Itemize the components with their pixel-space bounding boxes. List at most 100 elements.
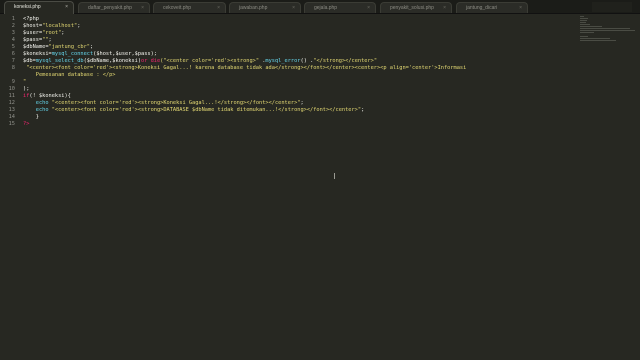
code-token: ($host,$user,$pass); bbox=[93, 51, 157, 57]
code-token: ($dbName,$koneksi) bbox=[83, 58, 142, 64]
code-function: mysql_connect bbox=[51, 51, 94, 57]
line-number: 9 bbox=[11, 79, 15, 85]
code-line-8: "<center><font color='red'><strong>Konek… bbox=[23, 65, 466, 71]
minimap-line bbox=[580, 32, 594, 33]
line-number: 3 bbox=[11, 30, 15, 36]
code-line-4: $pass=""; bbox=[23, 37, 52, 43]
line-number: 10 bbox=[8, 86, 15, 92]
code-token: ; bbox=[77, 23, 81, 29]
code-line-11: if(! $koneksi){ bbox=[23, 93, 71, 99]
tab-label: gejala.php bbox=[314, 5, 338, 11]
code-token: $dbName= bbox=[23, 44, 49, 50]
code-line-10: ); bbox=[23, 86, 29, 92]
close-icon[interactable]: × bbox=[217, 3, 220, 13]
tab-label: jantung_dicari bbox=[466, 5, 498, 11]
code-line-2: $host="localhost"; bbox=[23, 23, 80, 29]
code-line-1: <?php bbox=[23, 16, 39, 22]
tab-label: koneksi.php bbox=[14, 4, 41, 10]
tab-bar: koneksi.php × daftar_penyakit.php × ceko… bbox=[0, 0, 640, 14]
code-string: Pemesanan database : </p> bbox=[23, 72, 116, 78]
tab-label: jawaban.php bbox=[239, 5, 268, 11]
close-icon[interactable]: × bbox=[65, 2, 68, 13]
code-line-8-wrap: Pemesanan database : </p> bbox=[23, 72, 116, 78]
minimap[interactable] bbox=[580, 14, 640, 44]
code-line-7: $db=mysql_select_db($dbName,$koneksi)or … bbox=[23, 58, 377, 64]
code-line-3: $user="root"; bbox=[23, 30, 64, 36]
php-open-tag: <?php bbox=[23, 16, 39, 22]
code-token: ; bbox=[300, 100, 304, 106]
code-string: " bbox=[23, 79, 27, 85]
code-editor[interactable]: <?php $host="localhost"; $user="root"; $… bbox=[23, 14, 623, 360]
code-token: $db= bbox=[23, 58, 36, 64]
line-number: 12 bbox=[8, 100, 15, 106]
minimap-line bbox=[580, 26, 602, 27]
minimap-line bbox=[580, 20, 587, 21]
code-string: "<center><font color='red'><strong>DATAB… bbox=[51, 107, 362, 113]
code-line-9: " bbox=[23, 79, 26, 85]
code-string: "<center><font color='red'><strong>Konek… bbox=[51, 100, 301, 106]
code-line-5: $dbName="jantung_cbr"; bbox=[23, 44, 93, 50]
code-token: $koneksi= bbox=[23, 51, 52, 57]
code-token: ; bbox=[89, 44, 94, 50]
code-token: (! $koneksi){ bbox=[29, 93, 71, 99]
code-token: $host= bbox=[23, 23, 43, 29]
tab-jantung-dicari[interactable]: jantung_dicari × bbox=[456, 2, 528, 13]
code-line-14: } bbox=[23, 114, 39, 120]
line-number: 4 bbox=[11, 37, 15, 43]
code-function: echo bbox=[23, 100, 49, 106]
code-line-13: echo "<center><font color='red'><strong>… bbox=[23, 107, 365, 113]
minimap-line bbox=[580, 16, 584, 17]
line-number: 14 bbox=[8, 114, 15, 120]
code-string: "root" bbox=[42, 30, 62, 36]
tab-penyakit-solusi[interactable]: penyakit_solusi.php × bbox=[380, 2, 452, 13]
tab-overflow-area[interactable] bbox=[592, 2, 632, 12]
code-token: ; bbox=[61, 30, 65, 36]
code-string: "jantung_cbr" bbox=[48, 44, 90, 50]
minimap-line bbox=[580, 36, 588, 37]
line-number: 2 bbox=[11, 23, 15, 29]
code-line-12: echo "<center><font color='red'><strong>… bbox=[23, 100, 304, 106]
minimap-line bbox=[580, 28, 630, 29]
code-string: ("<center color='red'><strong>" bbox=[160, 58, 260, 64]
code-string: "<center><font color='red'><strong>Konek… bbox=[23, 65, 467, 71]
line-number: 1 bbox=[11, 16, 15, 22]
tab-koneksi[interactable]: koneksi.php × bbox=[4, 1, 74, 14]
minimap-line bbox=[580, 40, 616, 41]
close-icon[interactable]: × bbox=[292, 3, 295, 13]
minimap-line bbox=[580, 22, 586, 23]
code-function: mysql_select_db bbox=[35, 58, 84, 64]
minimap-line bbox=[580, 38, 610, 39]
tab-gejala[interactable]: gejala.php × bbox=[304, 2, 376, 13]
code-line-6: $koneksi=mysql_connect($host,$user,$pass… bbox=[23, 51, 157, 57]
code-token: ; bbox=[361, 107, 365, 113]
code-token: $pass= bbox=[23, 37, 43, 43]
tab-daftar-penyakit[interactable]: daftar_penyakit.php × bbox=[78, 2, 150, 13]
code-string: "localhost" bbox=[42, 23, 78, 29]
tab-jawaban[interactable]: jawaban.php × bbox=[229, 2, 301, 13]
minimap-line bbox=[580, 30, 635, 31]
code-token: ; bbox=[48, 37, 52, 43]
close-icon[interactable]: × bbox=[443, 3, 446, 13]
line-number: 8 bbox=[11, 65, 15, 71]
code-string: "</strong></center>" bbox=[313, 58, 378, 64]
line-number-gutter: 1 2 3 4 5 6 7 8 9 10 11 12 13 14 15 bbox=[0, 14, 18, 360]
mouse-cursor-icon bbox=[334, 173, 335, 179]
code-function: mysql_error bbox=[265, 58, 301, 64]
line-number: 7 bbox=[11, 58, 15, 64]
line-number: 5 bbox=[11, 44, 15, 50]
tab-label: penyakit_solusi.php bbox=[390, 5, 434, 11]
code-function: echo bbox=[23, 107, 49, 113]
code-token: $user= bbox=[23, 30, 43, 36]
code-token: ); bbox=[23, 86, 30, 92]
close-icon[interactable]: × bbox=[519, 3, 522, 13]
tab-cekoveit[interactable]: cekoveit.php × bbox=[153, 2, 226, 13]
close-icon[interactable]: × bbox=[141, 3, 144, 13]
code-token: } bbox=[23, 114, 39, 120]
php-close-tag: ?> bbox=[23, 121, 30, 127]
code-line-15: ?> bbox=[23, 121, 29, 127]
line-number: 6 bbox=[11, 51, 15, 57]
code-token: () . bbox=[300, 58, 314, 64]
line-number: 11 bbox=[8, 93, 15, 99]
line-number: 13 bbox=[8, 107, 15, 113]
close-icon[interactable]: × bbox=[367, 3, 370, 13]
